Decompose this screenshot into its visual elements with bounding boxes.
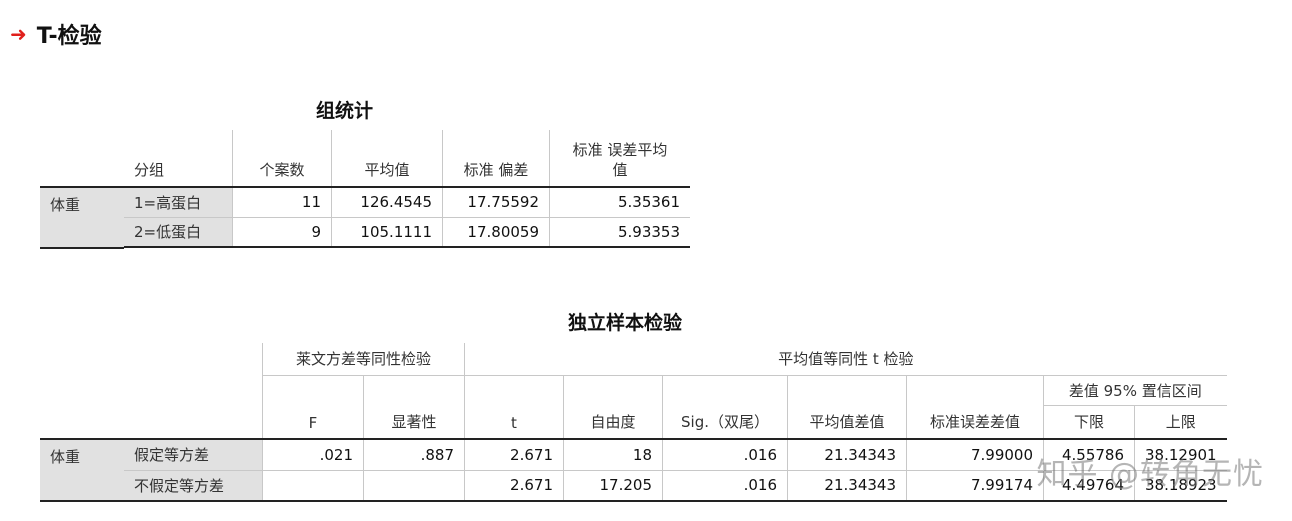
col-sig: 显著性 [363, 405, 465, 439]
cell-sed: 7.99174 [906, 470, 1044, 502]
col-sd: 标准 偏差 [442, 130, 550, 187]
watermark: 知乎 @转角无忧 [1036, 457, 1264, 492]
col-df: 自由度 [563, 405, 663, 439]
row-label: 假定等方差 [124, 438, 263, 471]
cell-sig2: .016 [662, 470, 788, 502]
cell-F: .021 [262, 438, 364, 471]
indep-header-row-2: 差值 95% 置信区间 [40, 375, 1227, 406]
cell-sig: .887 [363, 438, 465, 471]
group-label: 1=高蛋白 [124, 186, 233, 218]
col-md: 平均值差值 [787, 405, 907, 439]
indep-header-row-1: 莱文方差等同性检验 平均值等同性 t 检验 [40, 343, 1227, 376]
cell-md: 21.34343 [787, 470, 907, 502]
section-heading: ➜ T-检验 [10, 18, 102, 50]
group-stats-header-row: 分组 个案数 平均值 标准 偏差 标准 误差平均 值 [40, 130, 690, 187]
cell-md: 21.34343 [787, 438, 907, 471]
cell-df: 17.205 [563, 470, 663, 502]
cell-sed: 7.99000 [906, 438, 1044, 471]
variable-label: 体重 [40, 438, 124, 502]
group-stats-table: 分组 个案数 平均值 标准 偏差 标准 误差平均 值 体重 1=高蛋白 11 1… [40, 130, 690, 249]
cell-sd: 17.75592 [442, 186, 550, 218]
ttest-header: 平均值等同性 t 检验 [463, 343, 1227, 376]
col-se-line2: 值 [612, 161, 628, 179]
red-arrow-icon: ➜ [10, 22, 27, 46]
group-stats-caption: 组统计 [316, 100, 374, 122]
col-F: F [262, 405, 364, 439]
col-t: t [464, 405, 564, 439]
cell-sig [363, 470, 465, 502]
col-n: 个案数 [232, 130, 332, 187]
heading-title: T-检验 [36, 24, 102, 49]
col-group: 分组 [134, 161, 165, 179]
cell-n: 9 [232, 217, 332, 248]
cell-se: 5.93353 [549, 217, 690, 248]
cell-mean: 126.4545 [331, 186, 443, 218]
ci-header: 差值 95% 置信区间 [1042, 375, 1227, 406]
cell-F [262, 470, 364, 502]
col-upper: 上限 [1133, 405, 1227, 439]
col-se-line1: 标准 误差平均 [572, 141, 668, 159]
cell-t: 2.671 [464, 470, 564, 502]
row-label: 不假定等方差 [124, 470, 263, 502]
col-se: 标准 误差平均 值 [549, 130, 690, 187]
col-mean: 平均值 [331, 130, 443, 187]
levene-header: 莱文方差等同性检验 [262, 343, 465, 376]
cell-mean: 105.1111 [331, 217, 443, 248]
col-lower: 下限 [1043, 405, 1135, 439]
cell-sd: 17.80059 [442, 217, 550, 248]
cell-n: 11 [232, 186, 332, 218]
variable-label: 体重 [40, 186, 124, 247]
indep-test-caption: 独立样本检验 [568, 312, 683, 334]
table-row: 2=低蛋白 9 105.1111 17.80059 5.93353 [40, 217, 690, 248]
cell-df: 18 [563, 438, 663, 471]
cell-t: 2.671 [464, 438, 564, 471]
indep-header-row-3: F 显著性 t 自由度 Sig.（双尾） 平均值差值 标准误差差值 下限 上限 [40, 405, 1227, 439]
col-sig2: Sig.（双尾） [662, 405, 788, 439]
group-label: 2=低蛋白 [124, 217, 233, 248]
cell-se: 5.35361 [549, 186, 690, 218]
col-sed: 标准误差差值 [906, 405, 1044, 439]
cell-sig2: .016 [662, 438, 788, 471]
table-row: 体重 1=高蛋白 11 126.4545 17.75592 5.35361 [40, 186, 690, 247]
